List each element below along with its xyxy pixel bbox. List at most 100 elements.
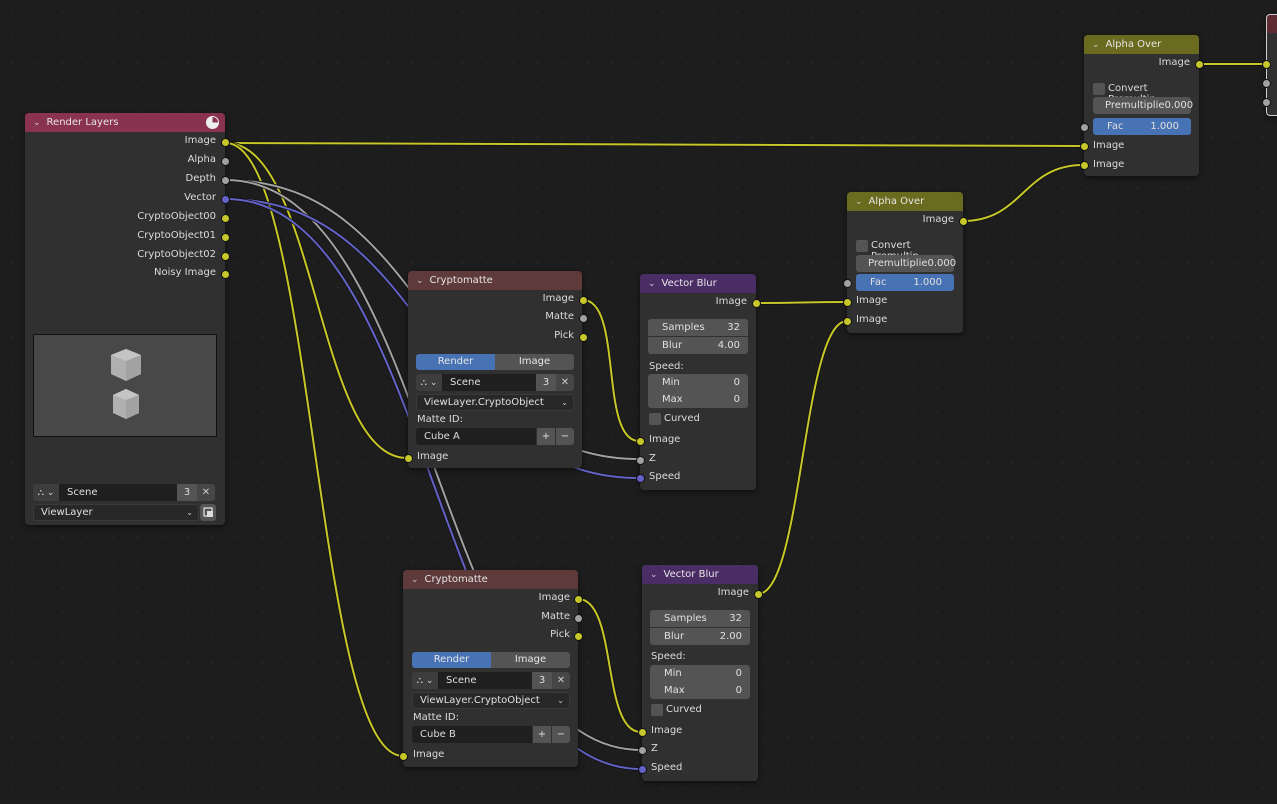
socket-image-in[interactable] — [399, 752, 408, 761]
tab-image[interactable]: Image — [495, 354, 574, 370]
scene-name-field[interactable]: Scene — [438, 672, 532, 689]
collapse-icon[interactable]: ⌄ — [1092, 40, 1100, 50]
socket-image-in[interactable] — [404, 454, 413, 463]
tab-image[interactable]: Image — [491, 652, 570, 668]
scene-selector[interactable]: ⛬ ⌄ Scene 3 ✕ — [33, 484, 215, 501]
socket-image-out[interactable] — [752, 299, 761, 308]
speed-min-field[interactable]: Min 0 — [648, 374, 748, 391]
alpha-over-node-a[interactable]: ⌄ Alpha Over Image Convert Premultip... … — [1080, 35, 1204, 176]
tab-render[interactable]: Render — [412, 652, 491, 668]
curved-checkbox[interactable] — [651, 704, 663, 716]
node-header[interactable]: ⌄ Vector Blur — [640, 274, 756, 293]
socket-z-in[interactable] — [636, 456, 645, 465]
scene-icon[interactable]: ⛬ ⌄ — [416, 374, 442, 391]
socket-matte-out[interactable] — [579, 314, 588, 323]
socket-fac-in[interactable] — [843, 279, 852, 288]
minus-icon[interactable]: − — [556, 428, 574, 445]
socket-image-in-1[interactable] — [1080, 142, 1089, 151]
speed-max-field[interactable]: Max 0 — [648, 391, 748, 408]
speed-max-field[interactable]: Max 0 — [650, 682, 750, 699]
socket-image-out[interactable] — [574, 595, 583, 604]
unlink-scene-icon[interactable]: ✕ — [556, 374, 574, 391]
socket-fac-in[interactable] — [1080, 123, 1089, 132]
layer-dropdown[interactable]: ViewLayer.CryptoObject ⌄ — [412, 692, 570, 709]
collapse-icon[interactable]: ⌄ — [33, 118, 41, 128]
samples-field[interactable]: Samples 32 — [648, 319, 748, 336]
node-header[interactable]: ⌄ Vector Blur — [642, 565, 758, 584]
node-header[interactable]: ⌄ Cryptomatte — [408, 271, 582, 290]
link-image-to-cryptomatte-a[interactable] — [225, 142, 408, 459]
offscreen-node[interactable] — [1262, 14, 1277, 116]
layer-dropdown[interactable]: ViewLayer.CryptoObject ⌄ — [416, 394, 574, 411]
socket-image-out[interactable] — [579, 296, 588, 305]
socket-in[interactable] — [1262, 79, 1271, 88]
convert-premultiplied-checkbox[interactable] — [856, 240, 868, 252]
node-header[interactable] — [1267, 15, 1277, 33]
vector-blur-node-a[interactable]: ⌄ Vector Blur Image Samples 32 Blur 4.00 S… — [636, 274, 761, 490]
socket-z-in[interactable] — [638, 746, 647, 755]
scene-selector[interactable]: ⛬ ⌄ Scene 3 ✕ — [412, 672, 570, 689]
blur-field[interactable]: Blur 4.00 — [648, 337, 748, 354]
node-header[interactable]: ⌄ Render Layers — [25, 113, 225, 132]
scene-icon[interactable]: ⛬ ⌄ — [33, 484, 59, 501]
scene-selector[interactable]: ⛬ ⌄ Scene 3 ✕ — [416, 374, 574, 391]
alpha-over-node-b[interactable]: ⌄ Alpha Over Image Convert Premultip... … — [843, 192, 968, 333]
unlink-scene-icon[interactable]: ✕ — [197, 484, 215, 501]
curved-checkbox[interactable] — [649, 413, 661, 425]
unlink-scene-icon[interactable]: ✕ — [552, 672, 570, 689]
plus-icon[interactable]: + — [537, 428, 555, 445]
socket-matte-out[interactable] — [574, 614, 583, 623]
link-cryptomatte-b-to-vector-blur-b[interactable] — [577, 598, 642, 733]
socket-image[interactable] — [221, 138, 230, 147]
view-layer-render-icon[interactable] — [200, 504, 216, 521]
link-image-to-alpha-over-a[interactable] — [225, 142, 1084, 147]
socket-speed-in[interactable] — [638, 765, 647, 774]
blur-field[interactable]: Blur 2.00 — [650, 628, 750, 645]
matte-id-field[interactable]: Cube A — [416, 428, 536, 445]
link-vector-blur-a-to-alpha-over-b[interactable] — [755, 301, 848, 304]
tab-render[interactable]: Render — [416, 354, 495, 370]
collapse-icon[interactable]: ⌄ — [648, 279, 656, 289]
socket-image-in[interactable] — [636, 437, 645, 446]
socket-cryptoobject01[interactable] — [221, 233, 230, 242]
collapse-icon[interactable]: ⌄ — [855, 197, 863, 207]
node-header[interactable]: ⌄ Alpha Over — [1084, 35, 1199, 54]
socket-image-out[interactable] — [754, 590, 763, 599]
socket-image-out[interactable] — [959, 217, 968, 226]
link-image-to-cryptomatte-b[interactable] — [225, 142, 404, 757]
node-header[interactable]: ⌄ Cryptomatte — [403, 570, 578, 589]
socket-alpha[interactable] — [221, 157, 230, 166]
render-engine-icon[interactable] — [206, 116, 219, 129]
socket-cryptoobject00[interactable] — [221, 214, 230, 223]
fac-field[interactable]: Fac 1.000 — [856, 274, 954, 291]
socket-image-in-1[interactable] — [843, 298, 852, 307]
plus-icon[interactable]: + — [533, 726, 551, 743]
matte-id-field[interactable]: Cube B — [412, 726, 532, 743]
link-vector-blur-b-to-alpha-over-b[interactable] — [757, 320, 848, 595]
fac-field[interactable]: Fac 1.000 — [1093, 118, 1191, 135]
samples-field[interactable]: Samples 32 — [650, 610, 750, 627]
socket-cryptoobject02[interactable] — [221, 252, 230, 261]
scene-users-count[interactable]: 3 — [532, 672, 552, 689]
scene-name-field[interactable]: Scene — [59, 484, 177, 501]
socket-image-out[interactable] — [1195, 60, 1204, 69]
convert-premultiplied-checkbox[interactable] — [1093, 83, 1105, 95]
socket-pick-out[interactable] — [574, 632, 583, 641]
minus-icon[interactable]: − — [552, 726, 570, 743]
premultiplied-field[interactable]: Premultiplie 0.000 — [856, 255, 956, 272]
socket-image-in[interactable] — [638, 728, 647, 737]
node-header[interactable]: ⌄ Alpha Over — [847, 192, 963, 211]
collapse-icon[interactable]: ⌄ — [650, 570, 658, 580]
speed-min-field[interactable]: Min 0 — [650, 665, 750, 682]
cryptomatte-node-b[interactable]: ⌄ Cryptomatte Image Matte Pick Render Im… — [399, 570, 583, 767]
scene-users-count[interactable]: 3 — [536, 374, 556, 391]
render-layers-node[interactable]: ⌄ Render Layers Image Alpha Depth Vector… — [25, 113, 230, 525]
socket-speed-in[interactable] — [636, 474, 645, 483]
collapse-icon[interactable]: ⌄ — [416, 276, 424, 286]
socket-noisy-image[interactable] — [221, 270, 230, 279]
socket-image-in-2[interactable] — [1080, 161, 1089, 170]
socket-depth[interactable] — [221, 176, 230, 185]
cryptomatte-node-a[interactable]: ⌄ Cryptomatte Image Matte Pick Render Im… — [404, 271, 588, 468]
scene-users-count[interactable]: 3 — [177, 484, 197, 501]
socket-vector[interactable] — [221, 195, 230, 204]
